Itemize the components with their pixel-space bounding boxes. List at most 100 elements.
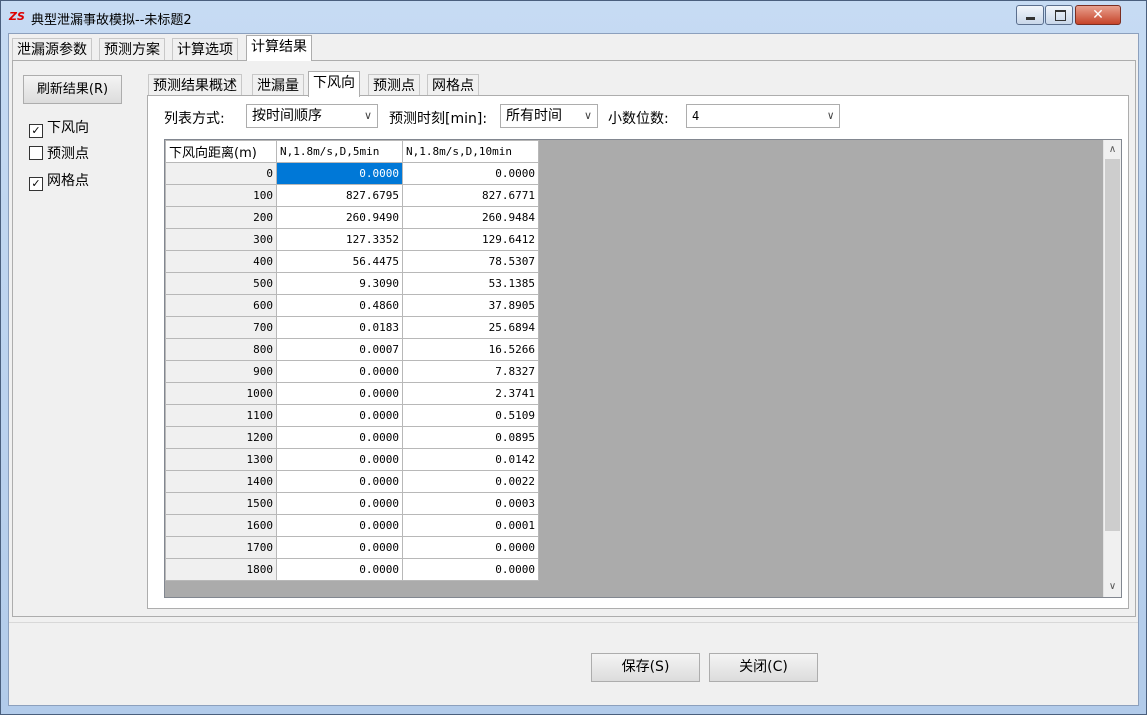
table-cell[interactable]: 0.0003 <box>402 492 539 515</box>
column-header-10min[interactable]: N,1.8m/s,D,10min <box>402 140 539 163</box>
table-row: 200 260.9490 260.9484 <box>165 206 539 229</box>
table-cell[interactable]: 0.0000 <box>276 404 403 427</box>
checkbox-downwind[interactable]: ✓ 下风向 <box>29 119 89 138</box>
table-row: 600 0.4860 37.8905 <box>165 294 539 317</box>
row-header-distance[interactable]: 500 <box>165 272 277 295</box>
tab-calc-options[interactable]: 计算选项 <box>172 38 238 60</box>
checkbox-forecast-point[interactable]: 预测点 <box>29 145 89 163</box>
table-cell[interactable]: 260.9484 <box>402 206 539 229</box>
forecast-time-select[interactable]: 所有时间 ∨ <box>500 104 598 128</box>
checkbox-grid-point[interactable]: ✓ 网格点 <box>29 172 89 191</box>
table-cell[interactable]: 0.0000 <box>276 470 403 493</box>
minimize-button[interactable] <box>1016 5 1044 25</box>
table-cell[interactable]: 0.0142 <box>402 448 539 471</box>
row-header-distance[interactable]: 700 <box>165 316 277 339</box>
row-header-distance[interactable]: 1500 <box>165 492 277 515</box>
table-cell[interactable]: 0.0000 <box>402 536 539 559</box>
table-cell[interactable]: 7.8327 <box>402 360 539 383</box>
table-cell[interactable]: 2.3741 <box>402 382 539 405</box>
decimals-select[interactable]: 4 ∨ <box>686 104 840 128</box>
row-header-distance[interactable]: 1100 <box>165 404 277 427</box>
table-cell[interactable]: 0.0000 <box>276 360 403 383</box>
table-row: 900 0.0000 7.8327 <box>165 360 539 383</box>
table-cell[interactable]: 53.1385 <box>402 272 539 295</box>
scrollbar-thumb[interactable] <box>1105 159 1120 531</box>
row-header-distance[interactable]: 1200 <box>165 426 277 449</box>
table-cell[interactable]: 9.3090 <box>276 272 403 295</box>
table-cell[interactable]: 0.0000 <box>276 492 403 515</box>
list-mode-select[interactable]: 按时间顺序 ∨ <box>246 104 378 128</box>
title-bar[interactable]: ZS 典型泄漏事故模拟--未标题2 ✕ <box>1 1 1146 33</box>
tab-forecast-plan[interactable]: 预测方案 <box>99 38 165 60</box>
table-cell[interactable]: 0.0895 <box>402 426 539 449</box>
row-header-distance[interactable]: 1400 <box>165 470 277 493</box>
table-cell[interactable]: 0.4860 <box>276 294 403 317</box>
table-cell[interactable]: 37.8905 <box>402 294 539 317</box>
table-cell[interactable]: 0.0000 <box>276 536 403 559</box>
table-cell[interactable]: 16.5266 <box>402 338 539 361</box>
table-cell[interactable]: 260.9490 <box>276 206 403 229</box>
tab-leak-source-params[interactable]: 泄漏源参数 <box>12 38 92 60</box>
tab-calc-results[interactable]: 计算结果 <box>246 35 312 61</box>
table-cell[interactable]: 0.0000 <box>276 448 403 471</box>
table-cell[interactable]: 0.0007 <box>276 338 403 361</box>
scroll-down-icon[interactable]: ∨ <box>1104 579 1121 597</box>
table-cell[interactable]: 0.0000 <box>276 514 403 537</box>
row-header-distance[interactable]: 400 <box>165 250 277 273</box>
subtab-forecast-point[interactable]: 预测点 <box>368 74 420 96</box>
refresh-results-button[interactable]: 刷新结果(R) <box>23 75 122 104</box>
app-logo-icon: ZS <box>9 10 25 23</box>
maximize-button[interactable] <box>1045 5 1073 25</box>
row-header-distance[interactable]: 1800 <box>165 558 277 581</box>
table-cell[interactable]: 0.0022 <box>402 470 539 493</box>
subtab-downwind[interactable]: 下风向 <box>308 71 360 97</box>
scroll-up-icon[interactable]: ∧ <box>1104 140 1121 158</box>
table-row: 0 0.0000 0.0000 <box>165 162 539 185</box>
table-cell[interactable]: 0.0000 <box>402 162 539 185</box>
table-cell[interactable]: 25.6894 <box>402 316 539 339</box>
vertical-scrollbar[interactable]: ∧ ∨ <box>1103 140 1121 597</box>
subtab-grid-point[interactable]: 网格点 <box>427 74 479 96</box>
table-cell[interactable]: 827.6771 <box>402 184 539 207</box>
table-cell[interactable]: 0.5109 <box>402 404 539 427</box>
row-header-distance[interactable]: 1300 <box>165 448 277 471</box>
table-cell[interactable]: 0.0000 <box>276 426 403 449</box>
table-cell[interactable]: 0.0000 <box>276 162 403 185</box>
subtab-summary[interactable]: 预测结果概述 <box>148 74 242 96</box>
row-header-distance[interactable]: 600 <box>165 294 277 317</box>
row-header-distance[interactable]: 1000 <box>165 382 277 405</box>
column-header-distance[interactable]: 下风向距离(m) <box>165 140 277 163</box>
close-window-button[interactable]: ✕ <box>1075 5 1121 25</box>
results-grid[interactable]: 下风向距离(m) N,1.8m/s,D,5min N,1.8m/s,D,10mi… <box>164 139 1122 598</box>
table-cell[interactable]: 0.0000 <box>402 558 539 581</box>
column-header-5min[interactable]: N,1.8m/s,D,5min <box>276 140 403 163</box>
save-button[interactable]: 保存(S) <box>591 653 700 682</box>
close-button[interactable]: 关闭(C) <box>709 653 818 682</box>
window-title: 典型泄漏事故模拟--未标题2 <box>31 13 192 28</box>
row-header-distance[interactable]: 800 <box>165 338 277 361</box>
table-cell[interactable]: 127.3352 <box>276 228 403 251</box>
table-row: 1500 0.0000 0.0003 <box>165 492 539 515</box>
close-icon: ✕ <box>1092 7 1104 23</box>
table-cell[interactable]: 0.0000 <box>276 558 403 581</box>
table-cell[interactable]: 78.5307 <box>402 250 539 273</box>
subtab-leak-amount[interactable]: 泄漏量 <box>252 74 304 96</box>
chevron-down-icon: ∨ <box>583 109 592 122</box>
row-header-distance[interactable]: 300 <box>165 228 277 251</box>
table-cell[interactable]: 0.0183 <box>276 316 403 339</box>
row-header-distance[interactable]: 1700 <box>165 536 277 559</box>
table-cell[interactable]: 0.0000 <box>276 382 403 405</box>
table-cell[interactable]: 827.6795 <box>276 184 403 207</box>
table-row: 400 56.4475 78.5307 <box>165 250 539 273</box>
table-cell[interactable]: 129.6412 <box>402 228 539 251</box>
table-cell[interactable]: 0.0001 <box>402 514 539 537</box>
table-cell[interactable]: 56.4475 <box>276 250 403 273</box>
row-header-distance[interactable]: 0 <box>165 162 277 185</box>
row-header-distance[interactable]: 100 <box>165 184 277 207</box>
table-row: 1600 0.0000 0.0001 <box>165 514 539 537</box>
row-header-distance[interactable]: 1600 <box>165 514 277 537</box>
row-header-distance[interactable]: 900 <box>165 360 277 383</box>
row-header-distance[interactable]: 200 <box>165 206 277 229</box>
table-row: 1400 0.0000 0.0022 <box>165 470 539 493</box>
forecast-time-value: 所有时间 <box>506 108 562 124</box>
